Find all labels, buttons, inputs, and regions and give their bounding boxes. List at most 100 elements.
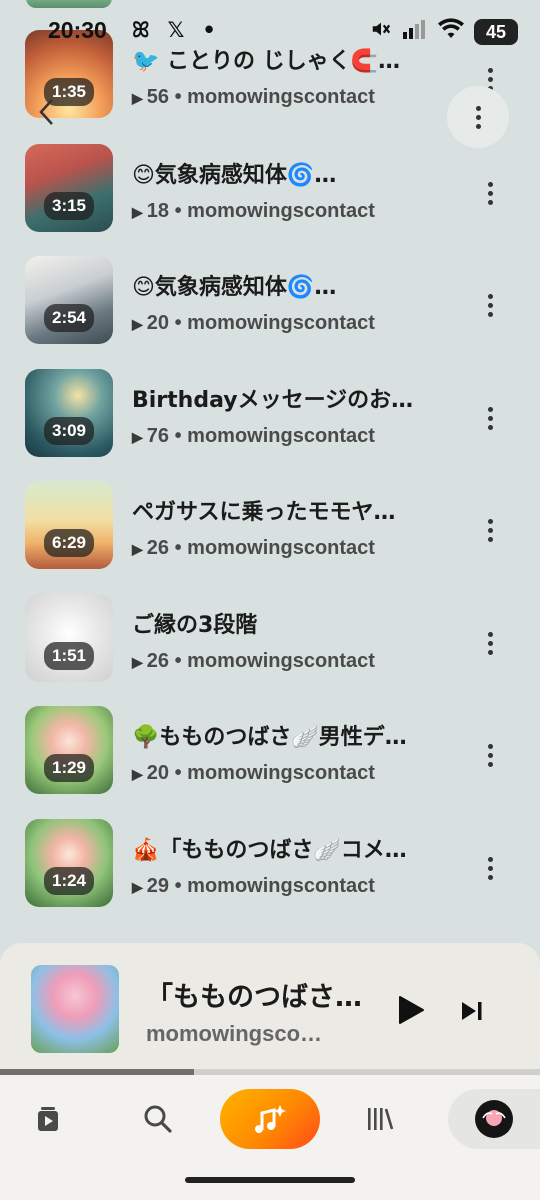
more-vertical-icon [487,293,493,317]
song-meta: ▶ 56 • momowingscontact [132,86,452,109]
nav-create[interactable] [220,1089,320,1149]
x-logo-icon: 𝕏 [167,18,185,42]
system-icons: 45 [370,18,518,45]
meta-separator: • [174,425,182,447]
song-artist[interactable]: momowingscontact [187,875,375,897]
notification-icons: ꕤ 𝕏 • [132,18,216,43]
mute-icon [370,18,392,45]
back-button[interactable] [36,96,92,140]
song-artist[interactable]: momowingscontact [187,537,375,559]
more-vertical-icon [487,518,493,542]
play-count: 18 [146,200,170,222]
create-icon [255,1105,286,1133]
status-time: 20:30 [48,17,107,43]
song-row[interactable]: 2:54 😊気象病感知体🌀… ▶ 20 • momowingscontact [0,256,540,368]
next-button[interactable] [459,998,485,1024]
song-duration: 6:29 [43,529,95,557]
song-more-button[interactable] [480,292,500,318]
song-more-button[interactable] [480,742,500,768]
song-more-button[interactable] [480,630,500,656]
song-meta: ▶ 76 • momowingscontact [132,425,452,448]
meta-separator: • [174,875,182,897]
play-count: 29 [146,875,170,897]
skip-next-icon [462,1002,482,1020]
song-artist[interactable]: momowingscontact [187,200,375,222]
battery-indicator: 45 [474,18,518,45]
song-artist[interactable]: momowingscontact [187,762,375,784]
more-vertical-icon [487,856,493,880]
nav-search[interactable] [130,1089,186,1149]
meta-separator: • [174,312,182,334]
now-playing-artwork[interactable] [31,965,119,1053]
butterfly-icon: ꕤ [132,18,150,42]
play-count: 56 [146,86,170,108]
song-row[interactable]: 1:51 ご縁の3段階 ▶ 26 • momowingscontact [0,594,540,706]
momo-wings-logo-icon [482,1110,506,1126]
song-row[interactable]: 1:24 🎪「もものつばさ🪽コメ… ▶ 29 • momowingscontact [0,819,540,931]
song-more-button[interactable] [480,180,500,206]
song-thumbnail[interactable]: 3:09 [25,369,113,457]
play-count: 26 [146,650,170,672]
song-title: ご縁の3段階 [132,613,258,638]
nav-profile[interactable] [448,1089,540,1149]
play-count: 20 [146,762,170,784]
song-row[interactable]: 1:29 🌳もものつばさ🪽男性デ… ▶ 20 • momowingscontact [0,706,540,818]
nav-home[interactable] [22,1089,74,1149]
song-thumbnail[interactable]: 6:29 [25,481,113,569]
song-title: 🌳もものつばさ🪽男性デ… [132,725,407,750]
song-duration: 2:54 [43,304,95,332]
song-meta: ▶ 20 • momowingscontact [132,312,452,335]
song-duration: 3:15 [43,192,95,220]
more-vertical-icon [487,181,493,205]
song-artist[interactable]: momowingscontact [187,650,375,672]
song-thumbnail[interactable]: 1:51 [25,594,113,682]
song-more-button[interactable] [480,405,500,431]
library-icon [368,1108,394,1130]
home-icon [38,1107,58,1131]
song-duration: 1:51 [43,642,95,670]
play-count-icon: ▶ [132,541,143,557]
song-duration: 3:09 [43,417,95,445]
song-row[interactable]: 6:29 ペガサスに乗ったモモヤ… ▶ 26 • momowingscontact [0,481,540,593]
song-more-button[interactable] [480,855,500,881]
song-artist[interactable]: momowingscontact [187,312,375,334]
song-meta: ▶ 26 • momowingscontact [132,537,452,560]
song-meta: ▶ 18 • momowingscontact [132,200,452,223]
signal-icon [402,18,428,45]
song-more-button[interactable] [480,517,500,543]
song-title: 🎪「もものつばさ🪽コメ… [132,838,407,863]
song-thumbnail[interactable]: 1:29 [25,706,113,794]
more-vertical-icon [487,743,493,767]
song-row[interactable]: 3:15 😊気象病感知体🌀… ▶ 18 • momowingscontact [0,144,540,256]
song-thumbnail[interactable]: 2:54 [25,256,113,344]
nav-library[interactable] [352,1089,408,1149]
now-playing-title: 「もものつばさ… [146,982,362,1013]
play-button[interactable] [396,994,426,1026]
now-playing-artist: momowingsco… [146,1021,323,1046]
song-title: Birthdayメッセージのお… [132,388,414,413]
play-count-icon: ▶ [132,879,143,895]
meta-separator: • [174,650,182,672]
song-duration: 1:29 [43,754,95,782]
play-count-icon: ▶ [132,429,143,445]
song-meta: ▶ 29 • momowingscontact [132,875,452,898]
song-row[interactable]: 3:09 Birthdayメッセージのお… ▶ 76 • momowingscon… [0,369,540,481]
play-count-icon: ▶ [132,316,143,332]
dot-icon: • [202,18,216,42]
play-count: 26 [146,537,170,559]
song-thumbnail[interactable]: 3:15 [25,144,113,232]
more-options-button[interactable] [447,86,509,148]
play-count-icon: ▶ [132,204,143,220]
play-count-icon: ▶ [132,654,143,670]
song-artist[interactable]: momowingscontact [187,86,375,108]
chevron-left-icon [39,99,53,125]
meta-separator: • [174,537,182,559]
wifi-icon [438,18,464,45]
search-icon [144,1105,172,1133]
song-artist[interactable]: momowingscontact [187,425,375,447]
meta-separator: • [174,86,182,108]
home-indicator [185,1177,355,1183]
more-vertical-icon [487,406,493,430]
song-meta: ▶ 26 • momowingscontact [132,650,452,673]
song-thumbnail[interactable]: 1:24 [25,819,113,907]
